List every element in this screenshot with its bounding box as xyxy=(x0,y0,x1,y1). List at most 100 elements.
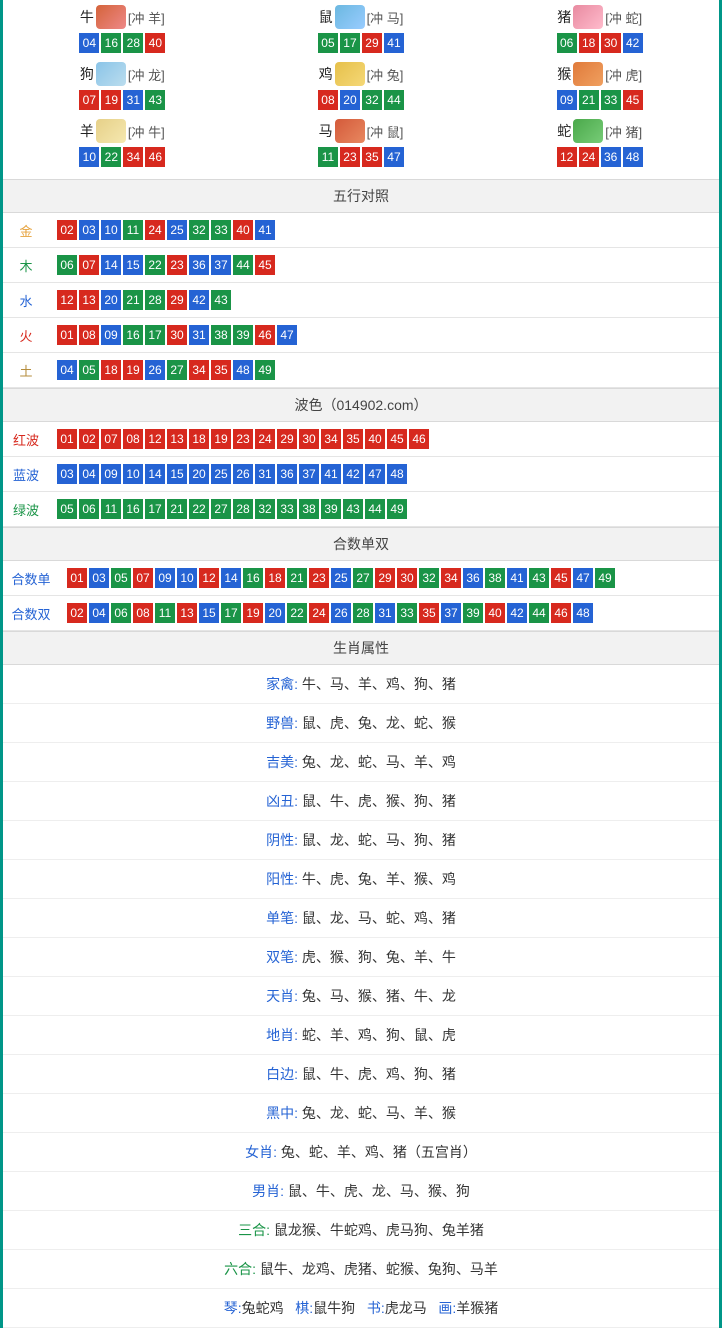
zodiac-name: 鸡 xyxy=(319,64,333,84)
attr-row: 家禽: 牛、马、羊、鸡、狗、猪 xyxy=(3,665,719,704)
num-27: 27 xyxy=(211,499,231,519)
zodiac-name: 狗 xyxy=(80,64,94,84)
num-26: 26 xyxy=(233,464,253,484)
zodiac-icon xyxy=(96,119,126,143)
num-12: 12 xyxy=(57,290,77,310)
num-28: 28 xyxy=(233,499,253,519)
zodiac-icon xyxy=(96,62,126,86)
row-nums: 05061116172122272832333839434449 xyxy=(49,492,719,527)
num-10: 10 xyxy=(79,147,99,167)
table-row: 火0108091617303138394647 xyxy=(3,318,719,353)
num-29: 29 xyxy=(167,290,187,310)
num-09: 09 xyxy=(101,464,121,484)
num-30: 30 xyxy=(601,33,621,53)
num-22: 22 xyxy=(189,499,209,519)
row-label: 蓝波 xyxy=(3,457,49,492)
num-10: 10 xyxy=(101,220,121,240)
num-13: 13 xyxy=(79,290,99,310)
num-30: 30 xyxy=(397,568,417,588)
num-43: 43 xyxy=(211,290,231,310)
num-33: 33 xyxy=(277,499,297,519)
attr-row: 白边: 鼠、牛、虎、鸡、狗、猪 xyxy=(3,1055,719,1094)
num-35: 35 xyxy=(419,603,439,623)
num-10: 10 xyxy=(177,568,197,588)
num-11: 11 xyxy=(318,147,338,167)
num-33: 33 xyxy=(601,90,621,110)
num-47: 47 xyxy=(365,464,385,484)
table-row: 红波0102070812131819232429303435404546 xyxy=(3,422,719,457)
num-24: 24 xyxy=(145,220,165,240)
num-24: 24 xyxy=(309,603,329,623)
attr-value: 鼠、龙、蛇、马、狗、猪 xyxy=(302,832,456,848)
num-32: 32 xyxy=(362,90,382,110)
num-31: 31 xyxy=(375,603,395,623)
qi-label: 棋: xyxy=(295,1300,313,1316)
attr-value: 鼠牛、龙鸡、虎猪、蛇猴、兔狗、马羊 xyxy=(260,1261,498,1277)
num-47: 47 xyxy=(277,325,297,345)
attr-row: 女肖: 兔、蛇、羊、鸡、猪（五宫肖） xyxy=(3,1133,719,1172)
num-40: 40 xyxy=(365,429,385,449)
zodiac-nums: 05172941 xyxy=(242,33,481,53)
zodiac-name: 马 xyxy=(319,121,333,141)
zodiac-clash: [冲 马] xyxy=(367,8,404,27)
table-row: 合数双0204060811131517192022242628313335373… xyxy=(3,596,719,631)
attr-value: 蛇、羊、鸡、狗、鼠、虎 xyxy=(302,1027,456,1043)
num-17: 17 xyxy=(145,325,165,345)
zodiac-cell-牛: 牛[冲 羊]04162840 xyxy=(3,4,242,61)
zodiac-clash: [冲 虎] xyxy=(605,65,642,84)
row-label: 土 xyxy=(3,353,49,388)
qin-val: 兔蛇鸡 xyxy=(242,1300,284,1316)
num-13: 13 xyxy=(167,429,187,449)
attr-value: 兔、蛇、羊、鸡、猪（五宫肖） xyxy=(281,1144,477,1160)
attr-row: 阳性: 牛、虎、兔、羊、猴、鸡 xyxy=(3,860,719,899)
num-44: 44 xyxy=(365,499,385,519)
num-33: 33 xyxy=(211,220,231,240)
row-label: 绿波 xyxy=(3,492,49,527)
num-14: 14 xyxy=(221,568,241,588)
hua-val: 羊猴猪 xyxy=(456,1300,498,1316)
row-label: 金 xyxy=(3,213,49,248)
num-43: 43 xyxy=(529,568,549,588)
attr-value: 鼠龙猴、牛蛇鸡、虎马狗、兔羊猪 xyxy=(274,1222,484,1238)
attr-label: 家禽: xyxy=(266,676,302,692)
attr-label: 地肖: xyxy=(266,1027,302,1043)
num-14: 14 xyxy=(101,255,121,275)
num-45: 45 xyxy=(623,90,643,110)
attr-label: 六合: xyxy=(224,1261,260,1277)
num-06: 06 xyxy=(111,603,131,623)
num-36: 36 xyxy=(463,568,483,588)
num-37: 37 xyxy=(211,255,231,275)
num-20: 20 xyxy=(101,290,121,310)
heshu-header: 合数单双 xyxy=(3,527,719,561)
num-18: 18 xyxy=(265,568,285,588)
row-nums: 0108091617303138394647 xyxy=(49,318,719,353)
num-11: 11 xyxy=(123,220,143,240)
attr-value: 兔、龙、蛇、马、羊、猴 xyxy=(302,1105,456,1121)
attr-row: 吉美: 兔、龙、蛇、马、羊、鸡 xyxy=(3,743,719,782)
zodiac-icon xyxy=(335,62,365,86)
table-row: 绿波05061116172122272832333839434449 xyxy=(3,492,719,527)
table-row: 水1213202128294243 xyxy=(3,283,719,318)
zodiac-clash: [冲 鼠] xyxy=(367,122,404,141)
zodiac-nums: 11233547 xyxy=(242,147,481,167)
zodiac-name: 猪 xyxy=(557,7,571,27)
hua-label: 画: xyxy=(438,1300,456,1316)
attr-label: 双笔: xyxy=(266,949,302,965)
num-31: 31 xyxy=(255,464,275,484)
num-08: 08 xyxy=(79,325,99,345)
wuxing-header: 五行对照 xyxy=(3,179,719,213)
row-nums: 0102070812131819232429303435404546 xyxy=(49,422,719,457)
num-21: 21 xyxy=(579,90,599,110)
num-38: 38 xyxy=(211,325,231,345)
num-30: 30 xyxy=(299,429,319,449)
attr-label: 凶丑: xyxy=(266,793,302,809)
num-19: 19 xyxy=(243,603,263,623)
num-27: 27 xyxy=(353,568,373,588)
attr-value: 牛、马、羊、鸡、狗、猪 xyxy=(302,676,456,692)
attr-value: 鼠、牛、虎、龙、马、猴、狗 xyxy=(288,1183,470,1199)
attr-label: 三合: xyxy=(238,1222,274,1238)
num-11: 11 xyxy=(101,499,121,519)
num-36: 36 xyxy=(601,147,621,167)
attr-label: 黑中: xyxy=(266,1105,302,1121)
num-18: 18 xyxy=(189,429,209,449)
